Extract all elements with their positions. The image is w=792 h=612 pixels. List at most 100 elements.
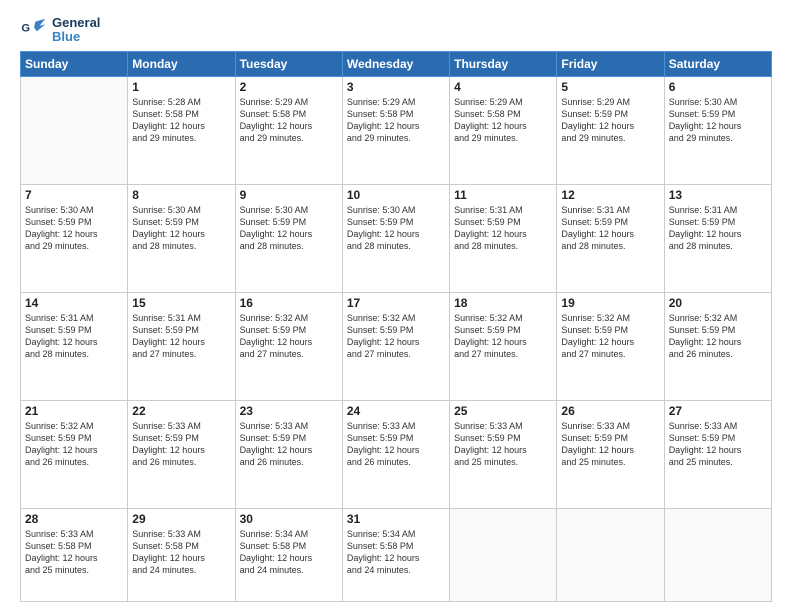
calendar-cell: 2 Sunrise: 5:29 AM Sunset: 5:58 PM Daylig… — [235, 76, 342, 184]
day-info: Sunrise: 5:32 AM Sunset: 5:59 PM Dayligh… — [454, 312, 552, 361]
day-info: Sunrise: 5:29 AM Sunset: 5:58 PM Dayligh… — [240, 96, 338, 145]
calendar-week-row: 7 Sunrise: 5:30 AM Sunset: 5:59 PM Daylig… — [21, 184, 772, 292]
calendar-cell: 9Sunrise: 5:30 AM Sunset: 5:59 PM Daylig… — [235, 184, 342, 292]
calendar-cell: 3 Sunrise: 5:29 AM Sunset: 5:58 PM Daylig… — [342, 76, 449, 184]
day-info: Sunrise: 5:33 AM Sunset: 5:59 PM Dayligh… — [454, 420, 552, 469]
day-number: 6 — [669, 80, 767, 94]
day-number: 18 — [454, 296, 552, 310]
weekday-header: Monday — [128, 51, 235, 76]
day-number: 11 — [454, 188, 552, 202]
weekday-header: Friday — [557, 51, 664, 76]
day-info: Sunrise: 5:29 AM Sunset: 5:58 PM Dayligh… — [454, 96, 552, 145]
day-info: Sunrise: 5:32 AM Sunset: 5:59 PM Dayligh… — [347, 312, 445, 361]
day-info: Sunrise: 5:33 AM Sunset: 5:59 PM Dayligh… — [347, 420, 445, 469]
calendar-cell: 21 Sunrise: 5:32 AM Sunset: 5:59 PM Dayli… — [21, 400, 128, 508]
svg-text:G: G — [21, 23, 30, 35]
day-number: 20 — [669, 296, 767, 310]
calendar-cell: 23Sunrise: 5:33 AM Sunset: 5:59 PM Dayli… — [235, 400, 342, 508]
calendar-cell: 19Sunrise: 5:32 AM Sunset: 5:59 PM Dayli… — [557, 292, 664, 400]
day-number: 31 — [347, 512, 445, 526]
calendar-cell: 5 Sunrise: 5:29 AM Sunset: 5:59 PM Daylig… — [557, 76, 664, 184]
day-info: Sunrise: 5:29 AM Sunset: 5:59 PM Dayligh… — [561, 96, 659, 145]
logo: G General Blue — [20, 16, 100, 45]
day-number: 4 — [454, 80, 552, 94]
calendar-cell: 28 Sunrise: 5:33 AM Sunset: 5:58 PM Dayli… — [21, 508, 128, 601]
calendar-cell: 4 Sunrise: 5:29 AM Sunset: 5:58 PM Daylig… — [450, 76, 557, 184]
calendar-cell: 13Sunrise: 5:31 AM Sunset: 5:59 PM Dayli… — [664, 184, 771, 292]
weekday-header: Thursday — [450, 51, 557, 76]
calendar-table: SundayMondayTuesdayWednesdayThursdayFrid… — [20, 51, 772, 602]
day-info: Sunrise: 5:34 AM Sunset: 5:58 PM Dayligh… — [347, 528, 445, 577]
day-info: Sunrise: 5:31 AM Sunset: 5:59 PM Dayligh… — [132, 312, 230, 361]
calendar-cell: 18 Sunrise: 5:32 AM Sunset: 5:59 PM Dayli… — [450, 292, 557, 400]
day-info: Sunrise: 5:29 AM Sunset: 5:58 PM Dayligh… — [347, 96, 445, 145]
day-number: 26 — [561, 404, 659, 418]
calendar-cell: 26Sunrise: 5:33 AM Sunset: 5:59 PM Dayli… — [557, 400, 664, 508]
calendar-cell: 16Sunrise: 5:32 AM Sunset: 5:59 PM Dayli… — [235, 292, 342, 400]
day-info: Sunrise: 5:28 AM Sunset: 5:58 PM Dayligh… — [132, 96, 230, 145]
calendar-cell: 30 Sunrise: 5:34 AM Sunset: 5:58 PM Dayli… — [235, 508, 342, 601]
day-info: Sunrise: 5:32 AM Sunset: 5:59 PM Dayligh… — [25, 420, 123, 469]
day-info: Sunrise: 5:32 AM Sunset: 5:59 PM Dayligh… — [669, 312, 767, 361]
calendar-cell: 17 Sunrise: 5:32 AM Sunset: 5:59 PM Dayli… — [342, 292, 449, 400]
day-info: Sunrise: 5:30 AM Sunset: 5:59 PM Dayligh… — [669, 96, 767, 145]
logo-text: General Blue — [52, 16, 100, 45]
calendar-cell: 24 Sunrise: 5:33 AM Sunset: 5:59 PM Dayli… — [342, 400, 449, 508]
day-number: 17 — [347, 296, 445, 310]
day-info: Sunrise: 5:33 AM Sunset: 5:58 PM Dayligh… — [132, 528, 230, 577]
calendar-cell: 8Sunrise: 5:30 AM Sunset: 5:59 PM Daylig… — [128, 184, 235, 292]
day-number: 23 — [240, 404, 338, 418]
day-number: 3 — [347, 80, 445, 94]
day-number: 22 — [132, 404, 230, 418]
calendar-cell — [21, 76, 128, 184]
calendar-cell: 25Sunrise: 5:33 AM Sunset: 5:59 PM Dayli… — [450, 400, 557, 508]
day-info: Sunrise: 5:30 AM Sunset: 5:59 PM Dayligh… — [25, 204, 123, 253]
day-info: Sunrise: 5:34 AM Sunset: 5:58 PM Dayligh… — [240, 528, 338, 577]
day-number: 29 — [132, 512, 230, 526]
weekday-header: Tuesday — [235, 51, 342, 76]
calendar-week-row: 14 Sunrise: 5:31 AM Sunset: 5:59 PM Dayli… — [21, 292, 772, 400]
calendar-cell: 10Sunrise: 5:30 AM Sunset: 5:59 PM Dayli… — [342, 184, 449, 292]
weekday-header: Sunday — [21, 51, 128, 76]
calendar-cell: 14 Sunrise: 5:31 AM Sunset: 5:59 PM Dayli… — [21, 292, 128, 400]
calendar-cell — [557, 508, 664, 601]
calendar-week-row: 1 Sunrise: 5:28 AM Sunset: 5:58 PM Daylig… — [21, 76, 772, 184]
day-number: 7 — [25, 188, 123, 202]
day-number: 5 — [561, 80, 659, 94]
day-number: 19 — [561, 296, 659, 310]
day-number: 30 — [240, 512, 338, 526]
calendar-week-row: 21 Sunrise: 5:32 AM Sunset: 5:59 PM Dayli… — [21, 400, 772, 508]
day-info: Sunrise: 5:33 AM Sunset: 5:59 PM Dayligh… — [669, 420, 767, 469]
calendar-cell: 27 Sunrise: 5:33 AM Sunset: 5:59 PM Dayli… — [664, 400, 771, 508]
day-number: 24 — [347, 404, 445, 418]
calendar-cell — [664, 508, 771, 601]
day-number: 12 — [561, 188, 659, 202]
day-number: 21 — [25, 404, 123, 418]
day-info: Sunrise: 5:33 AM Sunset: 5:58 PM Dayligh… — [25, 528, 123, 577]
calendar-cell: 1 Sunrise: 5:28 AM Sunset: 5:58 PM Daylig… — [128, 76, 235, 184]
day-number: 28 — [25, 512, 123, 526]
day-info: Sunrise: 5:31 AM Sunset: 5:59 PM Dayligh… — [454, 204, 552, 253]
weekday-header: Saturday — [664, 51, 771, 76]
day-number: 9 — [240, 188, 338, 202]
calendar-cell: 12 Sunrise: 5:31 AM Sunset: 5:59 PM Dayli… — [557, 184, 664, 292]
day-number: 1 — [132, 80, 230, 94]
day-number: 15 — [132, 296, 230, 310]
calendar-cell: 6 Sunrise: 5:30 AM Sunset: 5:59 PM Daylig… — [664, 76, 771, 184]
day-info: Sunrise: 5:31 AM Sunset: 5:59 PM Dayligh… — [561, 204, 659, 253]
day-number: 8 — [132, 188, 230, 202]
day-info: Sunrise: 5:33 AM Sunset: 5:59 PM Dayligh… — [132, 420, 230, 469]
day-info: Sunrise: 5:32 AM Sunset: 5:59 PM Dayligh… — [240, 312, 338, 361]
calendar-cell: 31 Sunrise: 5:34 AM Sunset: 5:58 PM Dayli… — [342, 508, 449, 601]
day-number: 27 — [669, 404, 767, 418]
calendar-cell: 29 Sunrise: 5:33 AM Sunset: 5:58 PM Dayli… — [128, 508, 235, 601]
day-info: Sunrise: 5:31 AM Sunset: 5:59 PM Dayligh… — [25, 312, 123, 361]
day-number: 2 — [240, 80, 338, 94]
calendar-header-row: SundayMondayTuesdayWednesdayThursdayFrid… — [21, 51, 772, 76]
logo-icon: G — [20, 16, 48, 44]
page-header: G General Blue — [20, 16, 772, 45]
day-number: 13 — [669, 188, 767, 202]
day-number: 14 — [25, 296, 123, 310]
day-number: 10 — [347, 188, 445, 202]
calendar-week-row: 28 Sunrise: 5:33 AM Sunset: 5:58 PM Dayli… — [21, 508, 772, 601]
